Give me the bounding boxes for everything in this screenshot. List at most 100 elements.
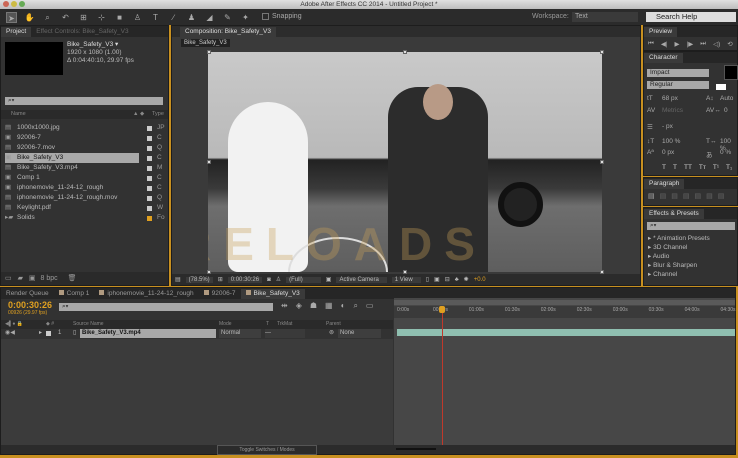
new-composition-icon[interactable]: ▣ bbox=[29, 275, 36, 282]
toggle-pixel-aspect-icon[interactable]: ▯ bbox=[426, 276, 429, 283]
comp-mini-flowchart-icon[interactable]: ⇹ bbox=[281, 301, 288, 311]
stroke-color-swatch[interactable] bbox=[716, 84, 726, 90]
small-caps-button[interactable]: Tт bbox=[699, 164, 706, 171]
flowchart-icon[interactable]: ♣ bbox=[455, 277, 459, 283]
clone-stamp-tool-icon[interactable]: ♟ bbox=[186, 12, 197, 23]
label-color[interactable] bbox=[147, 156, 152, 161]
draft-3d-icon[interactable]: ◈ bbox=[296, 301, 302, 311]
project-item[interactable]: ▣ Comp 1 C bbox=[5, 173, 165, 183]
tsume-value[interactable]: 0 % bbox=[720, 149, 731, 156]
effects-search-input[interactable]: ⌕▾ bbox=[647, 222, 735, 230]
puppet-pin-tool-icon[interactable]: ✦ bbox=[240, 12, 251, 23]
timeline-tab[interactable]: 92006-7 bbox=[199, 289, 241, 299]
project-item[interactable]: ▣ Bike_Safety_V3 C bbox=[5, 153, 162, 163]
label-column-icon[interactable]: ▲ ◆ bbox=[133, 110, 144, 119]
show-channel-icon[interactable]: ♙ bbox=[276, 276, 281, 283]
column-type[interactable]: Type bbox=[152, 110, 164, 119]
snapping-checkbox[interactable] bbox=[262, 13, 269, 20]
column-source-name[interactable]: Source Name bbox=[73, 320, 104, 329]
project-item[interactable]: ▤ 92006-7.mov Q bbox=[5, 143, 165, 153]
superscript-button[interactable]: T¹ bbox=[713, 164, 719, 171]
view-layout-select[interactable]: 1 View bbox=[391, 276, 421, 283]
next-frame-icon[interactable]: |▶ bbox=[687, 40, 694, 48]
font-size-value[interactable]: 68 px bbox=[662, 95, 678, 102]
label-color[interactable] bbox=[147, 166, 152, 171]
effects-category[interactable]: ▸ Blur & Sharpen bbox=[648, 261, 697, 269]
fill-color-swatch[interactable] bbox=[724, 65, 738, 80]
brush-tool-icon[interactable]: ∕ bbox=[168, 12, 179, 23]
pickwhip-icon[interactable]: ⊚ bbox=[329, 329, 334, 338]
interpret-footage-icon[interactable]: ▭ bbox=[5, 275, 12, 282]
search-help-input[interactable]: Search Help bbox=[646, 12, 736, 22]
new-folder-icon[interactable]: ▰ bbox=[18, 275, 23, 282]
trkmat-select[interactable]: — bbox=[265, 329, 305, 338]
visibility-icon[interactable]: ◉◀ bbox=[5, 329, 15, 338]
column-parent[interactable]: Parent bbox=[326, 320, 341, 329]
timeline-tab[interactable]: Bike_Safety_V3 bbox=[240, 289, 305, 299]
first-frame-icon[interactable]: ⏮ bbox=[648, 40, 654, 48]
effects-category[interactable]: ▸ Audio bbox=[648, 252, 669, 260]
label-color[interactable] bbox=[147, 186, 152, 191]
rotate-tool-icon[interactable]: ↶ bbox=[60, 12, 71, 23]
all-caps-button[interactable]: TT bbox=[684, 164, 692, 171]
shy-layers-icon[interactable]: ☗ bbox=[310, 301, 317, 311]
tab-character[interactable]: Character bbox=[644, 53, 683, 63]
audio-icon[interactable]: ◁) bbox=[713, 40, 720, 48]
frame-blending-icon[interactable]: ▦ bbox=[325, 301, 333, 311]
brainstorm-icon[interactable]: ▭ bbox=[366, 301, 374, 311]
subscript-button[interactable]: T₁ bbox=[726, 164, 732, 171]
label-color[interactable] bbox=[147, 126, 152, 131]
selected-item-name[interactable]: Bike_Safety_V3 ▾ bbox=[67, 41, 134, 49]
justify-right-icon[interactable]: ▤ bbox=[706, 192, 713, 200]
exposure-icon[interactable]: ✺ bbox=[464, 276, 469, 283]
grid-icon[interactable]: ⊞ bbox=[218, 276, 223, 283]
tab-effects-presets[interactable]: Effects & Presets bbox=[644, 209, 704, 219]
font-family-select[interactable]: Impact bbox=[647, 69, 709, 77]
previous-frame-icon[interactable]: ◀| bbox=[661, 40, 668, 48]
effects-category[interactable]: ▸ 3D Channel bbox=[648, 243, 687, 251]
composition-subtab[interactable]: Bike_Safety_V3 bbox=[181, 39, 230, 47]
graph-editor-icon[interactable]: ⌕ bbox=[353, 301, 357, 311]
timeline-tab[interactable]: iphonemovie_11-24-12_rough bbox=[94, 289, 198, 299]
work-area-bar[interactable] bbox=[394, 300, 735, 305]
project-search-input[interactable]: ⌕▾ bbox=[5, 97, 163, 105]
loop-icon[interactable]: ⟲ bbox=[727, 40, 732, 48]
parent-select[interactable]: None bbox=[338, 329, 381, 338]
hand-tool-icon[interactable]: ✋ bbox=[24, 12, 35, 23]
fast-previews-icon[interactable]: ▣ bbox=[434, 276, 440, 283]
motion-blur-icon[interactable]: ◐ bbox=[341, 301, 346, 311]
window-controls[interactable] bbox=[3, 1, 25, 7]
align-left-icon[interactable]: ▤ bbox=[648, 192, 655, 200]
project-item[interactable]: ▤ iphonemovie_11-24-12_rough.mov Q bbox=[5, 193, 165, 203]
justify-center-icon[interactable]: ▤ bbox=[695, 192, 702, 200]
workspace-select[interactable]: Text bbox=[572, 12, 638, 22]
justify-all-icon[interactable]: ▤ bbox=[718, 192, 725, 200]
layer-mode-select[interactable]: Normal bbox=[219, 329, 261, 338]
leading-value[interactable]: Auto bbox=[720, 95, 733, 102]
magnification-select[interactable]: (78.5%) bbox=[185, 276, 213, 283]
play-icon[interactable]: ▶ bbox=[675, 40, 680, 48]
always-preview-icon[interactable]: ▤ bbox=[175, 276, 181, 283]
roto-brush-tool-icon[interactable]: ✎ bbox=[222, 12, 233, 23]
text-tool-icon[interactable]: T bbox=[150, 12, 161, 23]
project-item[interactable]: ▤ Keylight.pdf W bbox=[5, 203, 165, 213]
faux-bold-button[interactable]: T bbox=[662, 164, 666, 171]
bit-depth-button[interactable]: 8 bpc bbox=[41, 275, 58, 282]
layer-label-color[interactable] bbox=[46, 331, 51, 336]
label-color[interactable] bbox=[147, 146, 152, 151]
stroke-width-value[interactable]: - px bbox=[662, 123, 673, 130]
column-t[interactable]: T bbox=[266, 320, 269, 329]
expand-layer-icon[interactable]: ▸ bbox=[39, 329, 42, 338]
baseline-shift-value[interactable]: 0 px bbox=[662, 149, 674, 156]
timecode-display[interactable]: 0:00:30:26 bbox=[227, 276, 263, 283]
current-time[interactable]: 0:00:30:26 bbox=[8, 300, 52, 310]
playhead[interactable] bbox=[442, 306, 444, 445]
playhead-handle[interactable] bbox=[439, 306, 446, 313]
tab-paragraph[interactable]: Paragraph bbox=[644, 179, 685, 189]
tracking-value[interactable]: 0 bbox=[724, 107, 728, 114]
pan-behind-tool-icon[interactable]: ⊹ bbox=[96, 12, 107, 23]
tab-preview[interactable]: Preview bbox=[644, 27, 678, 37]
time-ruler[interactable]: 0:00s00:30s01:00s01:30s02:00s02:30s03:00… bbox=[394, 306, 736, 318]
timeline-search-input[interactable]: ⌕▾ bbox=[59, 303, 273, 311]
camera-select[interactable]: Active Camera bbox=[336, 276, 387, 283]
